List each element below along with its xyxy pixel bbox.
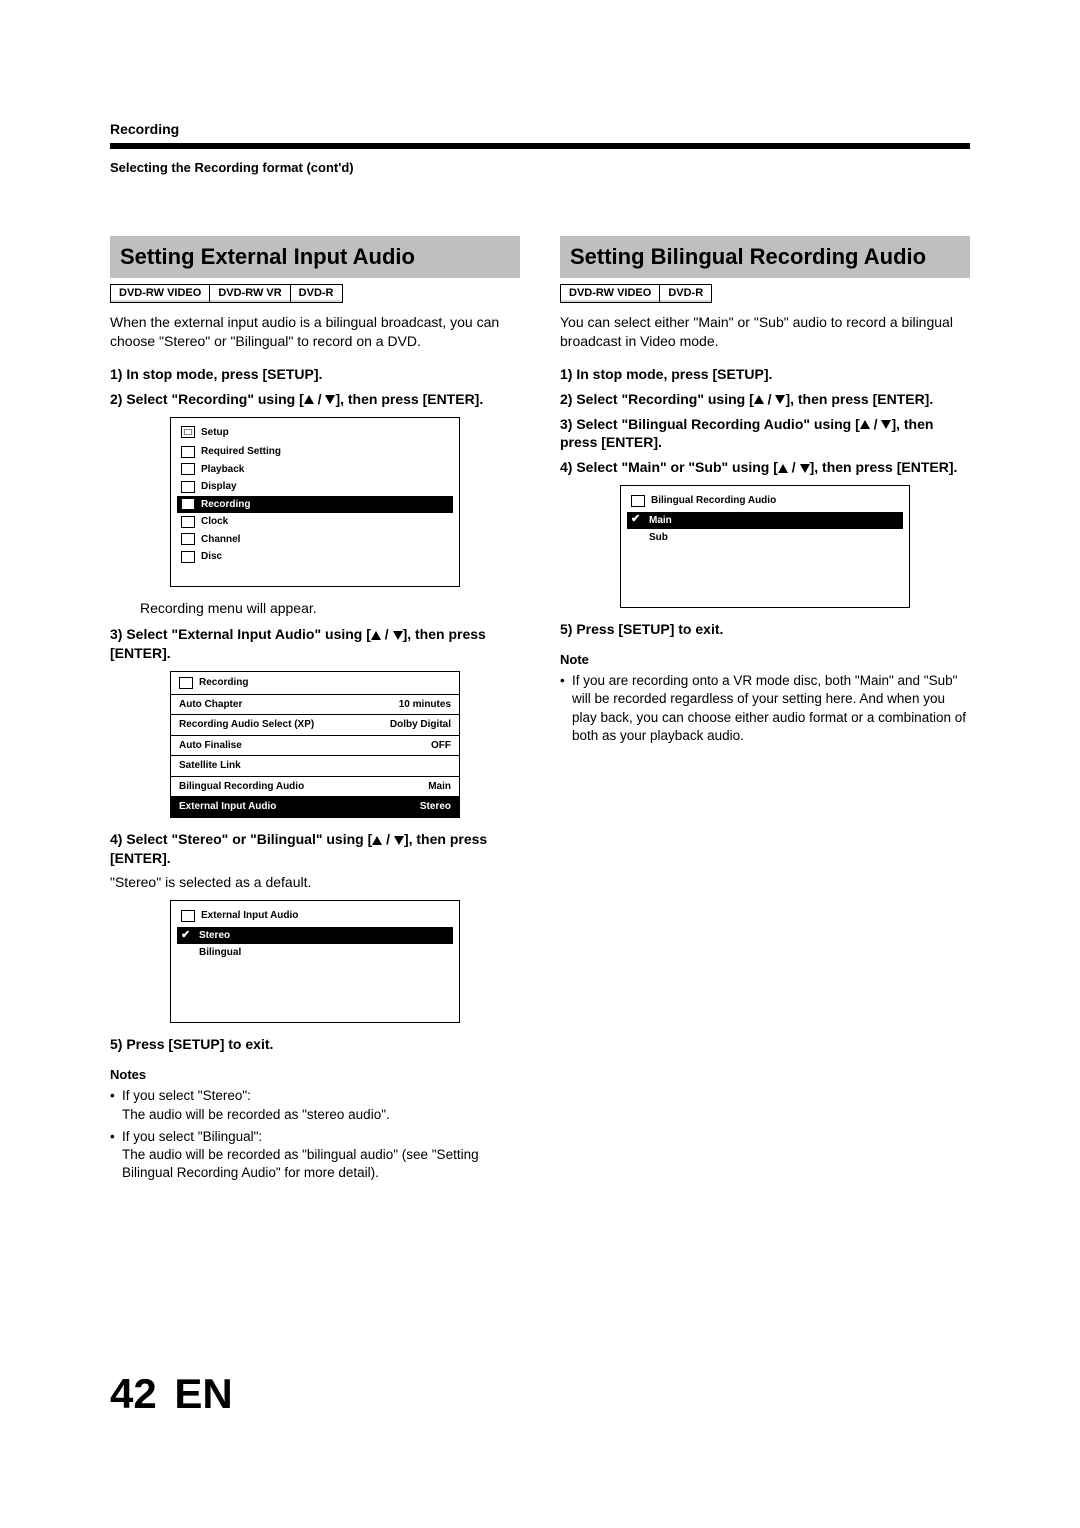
format-tag: DVD-R <box>291 284 343 303</box>
chapter-title: Recording <box>110 120 970 139</box>
menu-item-icon <box>181 463 195 475</box>
intro-text: You can select either "Main" or "Sub" au… <box>560 313 970 351</box>
menu-item-icon <box>181 516 195 528</box>
arrow-down-icon <box>325 395 335 404</box>
content-columns: Setting External Input Audio DVD-RW VIDE… <box>110 236 970 1186</box>
section-title-left: Setting External Input Audio <box>110 236 520 278</box>
menu-icon <box>631 495 645 507</box>
notes-heading: Note <box>560 651 970 669</box>
step-5: 5) Press [SETUP] to exit. <box>110 1035 520 1054</box>
note-item: If you select "Stereo": <box>110 1087 520 1105</box>
step-4: 4) Select "Stereo" or "Bilingual" using … <box>110 830 520 868</box>
subheader: Selecting the Recording format (cont'd) <box>110 159 970 177</box>
step-2-note: Recording menu will appear. <box>110 599 520 618</box>
note-item: If you are recording onto a VR mode disc… <box>560 672 970 745</box>
osd-setup-menu: Setup Required Setting Playback Display … <box>170 417 460 587</box>
menu-icon <box>181 910 195 922</box>
arrow-down-icon <box>881 420 891 429</box>
menu-item-icon <box>181 533 195 545</box>
menu-icon <box>181 426 195 438</box>
arrow-up-icon <box>754 395 764 404</box>
menu-item-icon <box>181 446 195 458</box>
format-tags-left: DVD-RW VIDEO DVD-RW VR DVD-R <box>110 284 520 303</box>
right-column: Setting Bilingual Recording Audio DVD-RW… <box>560 236 970 1186</box>
note-item: If you select "Bilingual": <box>110 1128 520 1146</box>
step-2: 2) Select "Recording" using [ / ], then … <box>560 390 970 409</box>
check-icon <box>181 930 193 942</box>
osd-bilingual-menu: Bilingual Recording Audio Main Sub <box>620 485 910 608</box>
format-tag: DVD-RW VIDEO <box>560 284 660 303</box>
arrow-down-icon <box>393 631 403 640</box>
arrow-down-icon <box>800 464 810 473</box>
notes-heading: Notes <box>110 1066 520 1084</box>
page-lang: EN <box>174 1366 232 1423</box>
left-column: Setting External Input Audio DVD-RW VIDE… <box>110 236 520 1186</box>
arrow-up-icon <box>304 395 314 404</box>
osd-external-input-menu: External Input Audio Stereo Bilingual <box>170 900 460 1023</box>
page-number: 42 <box>110 1366 157 1423</box>
page-header: Recording Selecting the Recording format… <box>110 120 970 176</box>
format-tag: DVD-RW VR <box>210 284 290 303</box>
arrow-up-icon <box>371 631 381 640</box>
divider <box>110 143 970 149</box>
arrow-up-icon <box>778 464 788 473</box>
step-5: 5) Press [SETUP] to exit. <box>560 620 970 639</box>
note-continuation: The audio will be recorded as "bilingual… <box>110 1146 520 1182</box>
step-4: 4) Select "Main" or "Sub" using [ / ], t… <box>560 458 970 477</box>
arrow-up-icon <box>372 836 382 845</box>
step-2: 2) Select "Recording" using [ / ], then … <box>110 390 520 409</box>
format-tags-right: DVD-RW VIDEO DVD-R <box>560 284 970 303</box>
menu-icon <box>179 677 193 689</box>
menu-item-icon <box>181 498 195 510</box>
intro-text: When the external input audio is a bilin… <box>110 313 520 351</box>
notes-list: If you are recording onto a VR mode disc… <box>560 672 970 745</box>
menu-item-icon <box>181 551 195 563</box>
arrow-down-icon <box>775 395 785 404</box>
page-footer: 42 EN <box>110 1366 970 1423</box>
check-icon <box>631 514 643 526</box>
step-4-note: "Stereo" is selected as a default. <box>110 873 520 892</box>
notes-list: If you select "Stereo": The audio will b… <box>110 1087 520 1182</box>
step-1: 1) In stop mode, press [SETUP]. <box>110 365 520 384</box>
format-tag: DVD-RW VIDEO <box>110 284 210 303</box>
step-3: 3) Select "Bilingual Recording Audio" us… <box>560 415 970 453</box>
step-3: 3) Select "External Input Audio" using [… <box>110 625 520 663</box>
arrow-down-icon <box>394 836 404 845</box>
arrow-up-icon <box>860 420 870 429</box>
section-title-right: Setting Bilingual Recording Audio <box>560 236 970 278</box>
step-1: 1) In stop mode, press [SETUP]. <box>560 365 970 384</box>
note-continuation: The audio will be recorded as "stereo au… <box>110 1106 520 1124</box>
format-tag: DVD-R <box>660 284 712 303</box>
osd-recording-menu: Recording Auto Chapter10 minutes Recordi… <box>170 671 460 818</box>
menu-item-icon <box>181 481 195 493</box>
